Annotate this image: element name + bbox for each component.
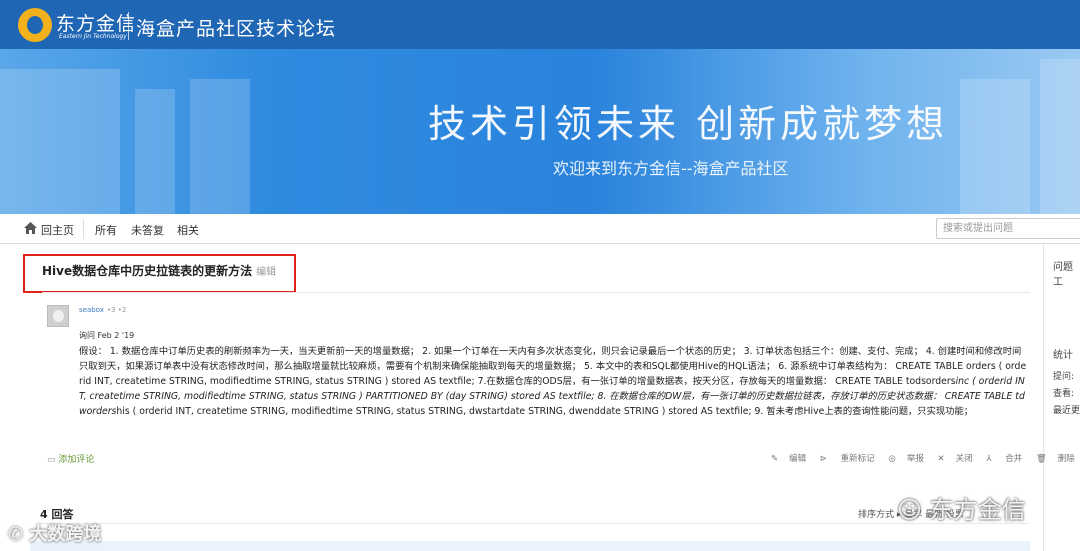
watermark-right-text: 东方金信	[929, 496, 1026, 524]
sidebar-stats-title: 统计	[1053, 350, 1073, 361]
sidebar-viewed-label: 查看:	[1053, 389, 1075, 399]
question-actions: ✎ 编辑 ⊳ 重新标记 ◎ 举报 ✕ 关闭 ⅄ 合并 🗑 删除	[771, 452, 1080, 464]
close-button[interactable]: ✕ 关闭	[938, 454, 973, 464]
nav-all-link[interactable]: 所有	[95, 222, 117, 238]
home-icon[interactable]	[24, 222, 37, 234]
add-comment-label[interactable]: 添加评论	[58, 455, 94, 465]
nav-home-link[interactable]: 回主页	[41, 222, 74, 238]
logo-icon[interactable]	[18, 8, 52, 42]
body-text: his ( orderid INT, createtime STRING, mo…	[116, 406, 974, 417]
title-edit-link[interactable]: 编辑	[256, 267, 276, 278]
logo-text[interactable]: 东方金信	[56, 9, 136, 36]
username-link[interactable]: seabox	[79, 306, 104, 314]
sidebar-divider	[1043, 244, 1044, 551]
banner-decoration	[135, 89, 175, 214]
question-title[interactable]: Hive数据仓库中历史拉链表的更新方法 编辑	[42, 262, 276, 279]
nav-bar: 回主页 所有 未答复 相关 搜索或提出问题	[0, 214, 1080, 244]
user-info: seabox •3 •2	[79, 306, 126, 314]
banner-subtitle: 欢迎来到东方金信--海盒产品社区	[553, 159, 789, 178]
logo-divider	[128, 12, 129, 40]
tag-icon: ⊳	[819, 454, 830, 464]
delete-label[interactable]: 删除	[1058, 454, 1075, 464]
banner-title: 技术引领未来 创新成就梦想	[428, 102, 949, 146]
watermark-icon: ✆	[8, 524, 30, 545]
edit-label[interactable]: 编辑	[789, 454, 806, 464]
sidebar-recent-label: 最近更	[1053, 406, 1080, 416]
nav-unanswered-link[interactable]: 未答复	[131, 222, 164, 238]
flag-icon: ◎	[888, 454, 896, 464]
logo-subtext: Eastern Jin Technology	[59, 33, 127, 40]
close-label[interactable]: 关闭	[956, 454, 973, 464]
top-header: 东方金信 Eastern Jin Technology 海盒产品社区技术论坛	[0, 0, 1080, 49]
pencil-icon: ✎	[771, 454, 779, 464]
body-text: 假设： 1. 数据仓库中订单历史表的刷新频率为一天，当天更新前一天的增量数据； …	[79, 346, 1027, 387]
banner-decoration	[1040, 59, 1080, 214]
retag-button[interactable]: ⊳ 重新标记	[820, 454, 875, 464]
sidebar-asked-label: 提问:	[1053, 372, 1075, 382]
edit-button[interactable]: ✎ 编辑	[771, 454, 806, 464]
watermark-left: ✆ 大数跨境	[8, 520, 101, 546]
banner-decoration	[0, 69, 120, 214]
merge-label[interactable]: 合并	[1005, 454, 1022, 464]
avatar[interactable]	[47, 305, 69, 327]
add-comment-button[interactable]: ▭ 添加评论	[47, 452, 94, 465]
divider	[40, 523, 1028, 524]
watermark-icon: ☺	[897, 496, 930, 524]
merge-icon: ⅄	[986, 454, 995, 464]
search-input[interactable]: 搜索或提出问题	[936, 218, 1080, 239]
report-label[interactable]: 举报	[907, 454, 924, 464]
question-title-text[interactable]: Hive数据仓库中历史拉链表的更新方法	[42, 264, 252, 278]
nav-divider	[83, 219, 84, 239]
banner-decoration	[190, 79, 250, 214]
trash-icon: 🗑	[1036, 454, 1047, 464]
nav-related-link[interactable]: 相关	[177, 222, 199, 238]
answer-area	[30, 541, 1030, 551]
banner-decoration	[960, 79, 1030, 214]
divider	[42, 292, 1030, 293]
report-button[interactable]: ◎ 举报	[888, 454, 923, 464]
sidebar-tools-title: 问题工	[1053, 262, 1073, 288]
asked-date: 询问 Feb 2 '19	[79, 331, 135, 340]
user-karma: •3 •2	[106, 306, 127, 314]
question-body: 假设： 1. 数据仓库中订单历史表的刷新频率为一天，当天更新前一天的增量数据； …	[79, 344, 1029, 419]
delete-button[interactable]: 🗑 删除	[1036, 454, 1075, 464]
merge-button[interactable]: ⅄ 合并	[986, 454, 1022, 464]
watermark-left-text: 大数跨境	[29, 524, 102, 545]
watermark-right: ☺ 东方金信	[897, 490, 1026, 525]
comment-icon: ▭	[47, 455, 59, 465]
site-title[interactable]: 海盒产品社区技术论坛	[136, 14, 336, 41]
hero-banner: 技术引领未来 创新成就梦想 欢迎来到东方金信--海盒产品社区	[0, 49, 1080, 214]
retag-label[interactable]: 重新标记	[841, 454, 875, 464]
close-icon: ✕	[937, 454, 945, 464]
